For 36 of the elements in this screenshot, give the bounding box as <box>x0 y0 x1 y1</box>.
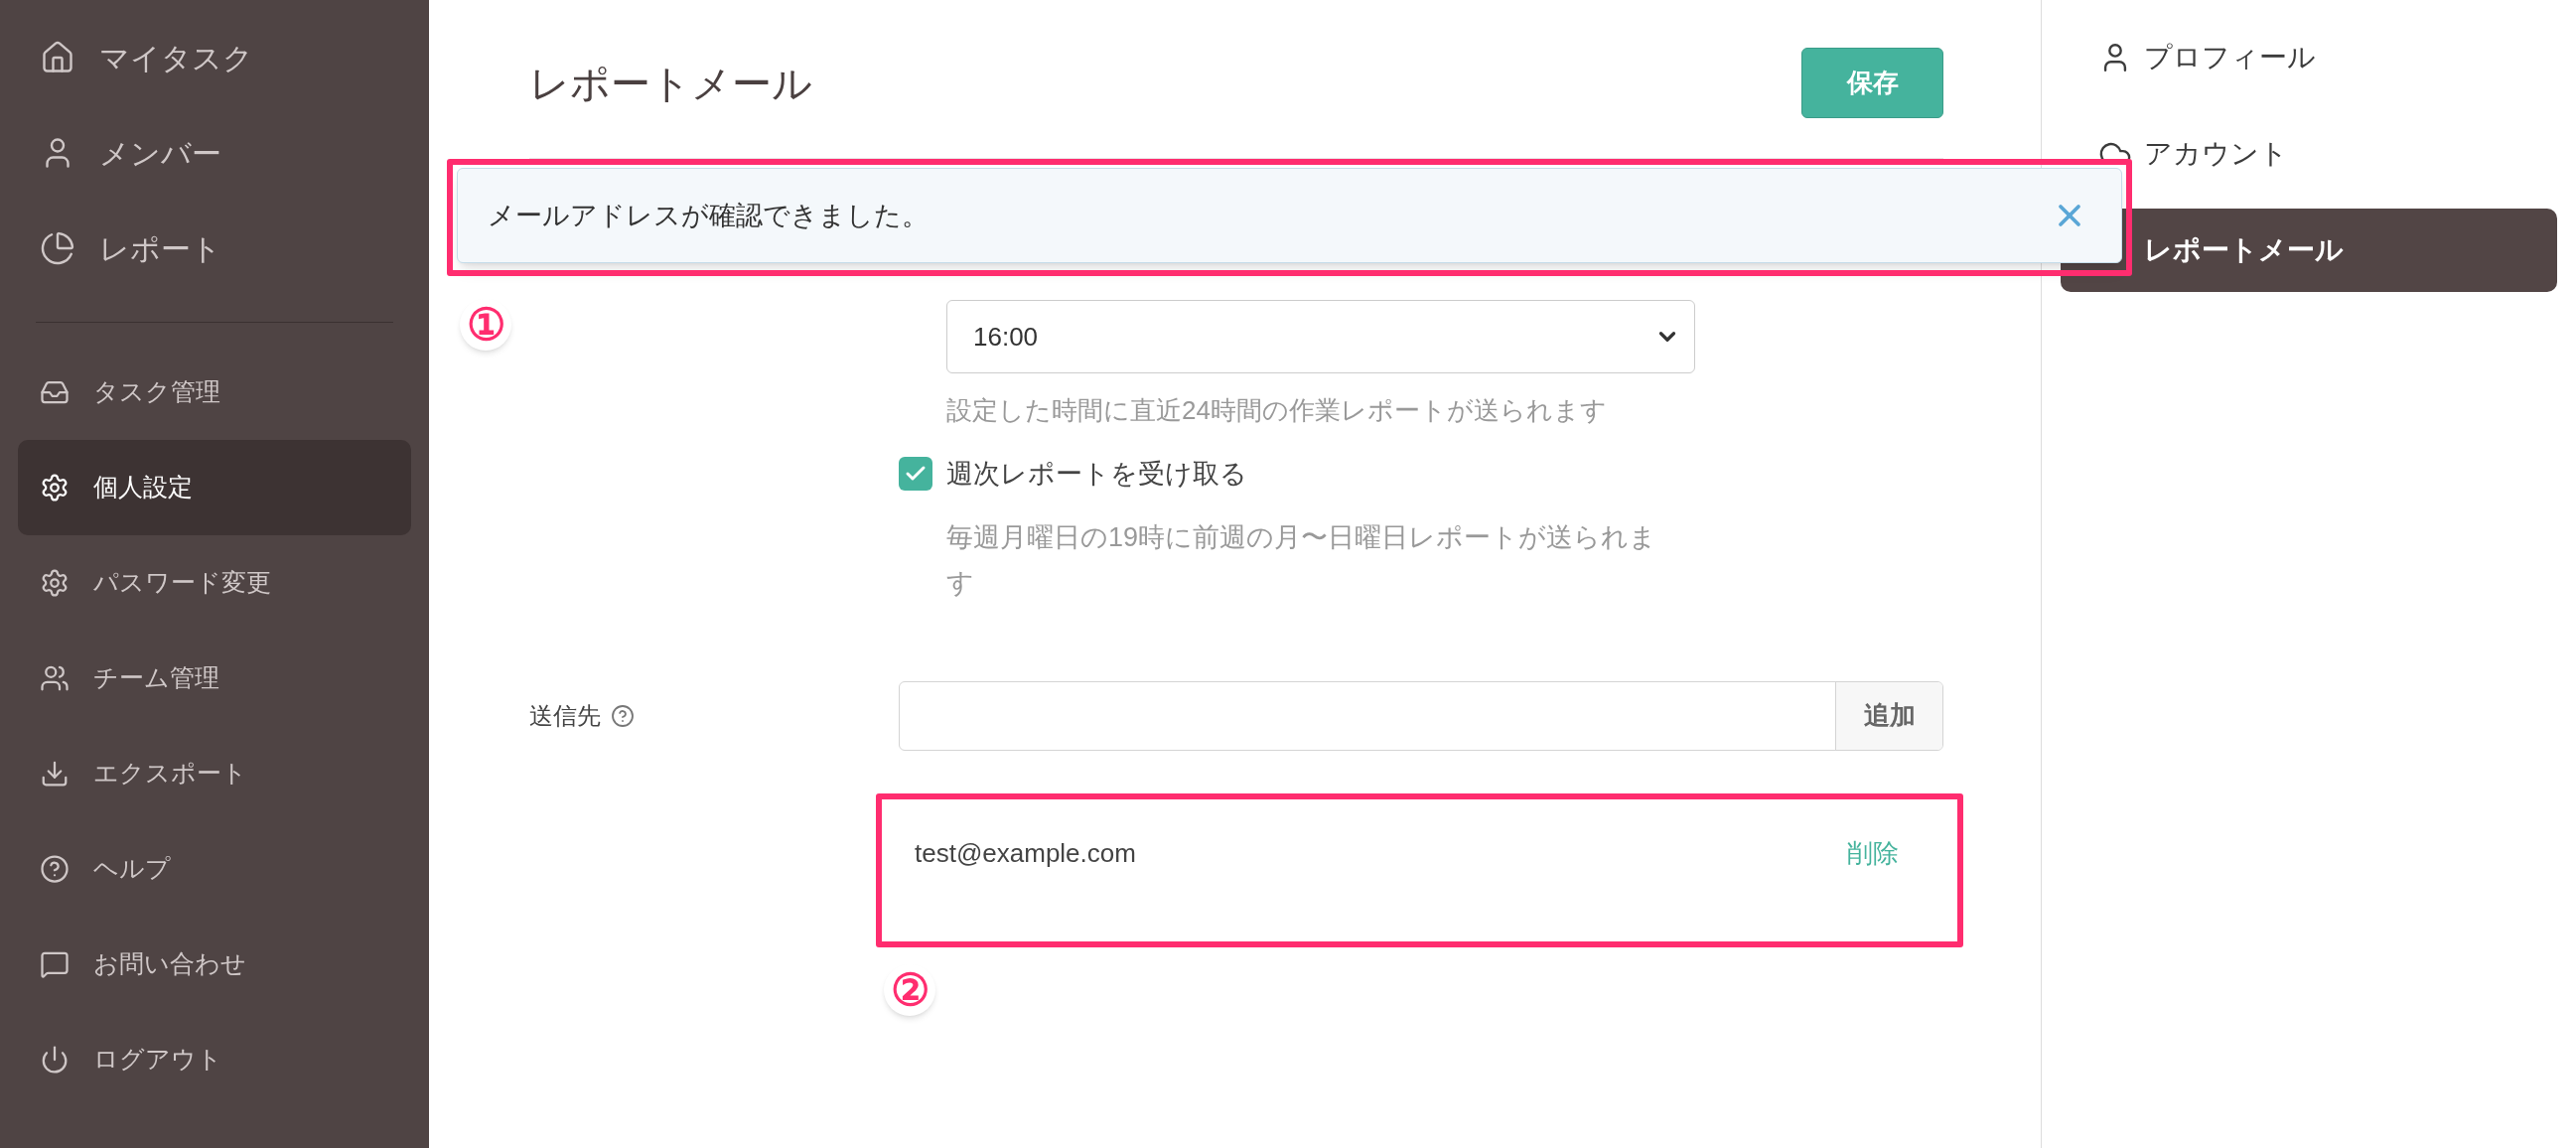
checkbox-label: 週次レポートを受け取る <box>946 458 1247 491</box>
download-icon <box>40 759 70 789</box>
power-icon <box>40 1045 70 1075</box>
nav-item[interactable]: チーム管理 <box>18 631 411 726</box>
nav-item[interactable]: マイタスク <box>0 10 429 105</box>
settings-menu-item[interactable]: アカウント <box>2061 112 2557 196</box>
email-address: test@example.com <box>915 837 1136 870</box>
pie-chart-icon <box>40 230 75 266</box>
annotation-number: ② <box>884 964 935 1016</box>
message-icon <box>40 949 70 979</box>
nav-item[interactable]: お問い合わせ <box>18 917 411 1012</box>
page-title: レポートメール <box>529 60 812 107</box>
hint-text: 設定した時間に直近24時間の作業レポートが送られます <box>946 394 1608 427</box>
checkbox[interactable] <box>899 457 932 492</box>
nav-item[interactable]: ヘルプ <box>18 821 411 917</box>
help-icon[interactable] <box>611 703 635 728</box>
nav-item[interactable]: メンバー <box>0 105 429 201</box>
home-icon <box>40 40 75 75</box>
settings-icon <box>40 568 70 598</box>
settings-icon <box>40 473 70 502</box>
nav-item[interactable]: タスク管理 <box>18 345 411 440</box>
users-icon <box>40 663 70 693</box>
nav-item[interactable]: エクスポート <box>18 726 411 821</box>
time-select[interactable]: 16:00 <box>946 300 1695 373</box>
hint-text: 毎週月曜日の19時に前週の月〜日曜日レポートが送られます <box>946 520 1658 600</box>
nav-item[interactable]: 個人設定 <box>18 440 411 535</box>
settings-menu-item[interactable]: プロフィール <box>2061 16 2557 99</box>
settings-menu-item[interactable]: レポートメール <box>2061 209 2557 292</box>
field-label: 送信先 <box>529 700 601 731</box>
help-icon <box>40 854 70 884</box>
nav-item[interactable]: ログアウト <box>18 1012 411 1107</box>
annotation-number: ① <box>460 299 511 351</box>
add-button[interactable]: 追加 <box>1835 681 1942 750</box>
nav-item[interactable]: パスワード変更 <box>18 535 411 631</box>
nav-item[interactable]: レポート <box>0 201 429 296</box>
toast-message: メールアドレスが確認できました。 <box>488 199 929 232</box>
